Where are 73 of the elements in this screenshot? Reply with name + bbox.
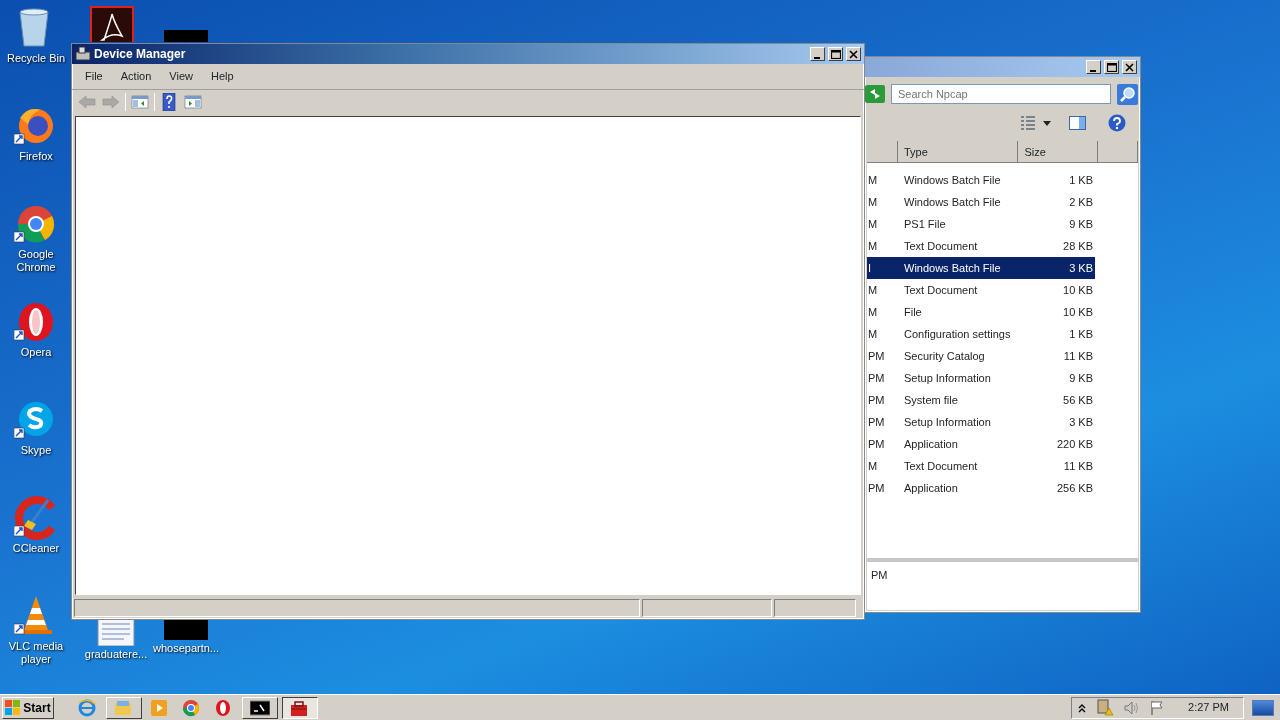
minimize-button[interactable] [1086, 60, 1101, 74]
clock[interactable]: 2:27 PM [1188, 699, 1229, 716]
file-row[interactable]: PM Security Catalog 11 KB [867, 345, 1095, 367]
search-icon[interactable] [1117, 83, 1138, 105]
flag-icon[interactable] [1150, 699, 1165, 716]
details-text: PM [871, 569, 888, 581]
console-tree-button[interactable] [130, 92, 150, 111]
maximize-button[interactable] [1104, 60, 1119, 74]
desktop-icon-label[interactable]: whosepartn... [152, 642, 219, 655]
close-icon [1125, 62, 1134, 72]
desktop-icon-label[interactable]: Firefox [19, 150, 53, 163]
refresh-icon[interactable] [865, 84, 885, 104]
help-button[interactable] [159, 92, 179, 111]
file-row[interactable]: PM Setup Information 9 KB [867, 367, 1095, 389]
pdf-icon[interactable] [90, 6, 134, 42]
start-button[interactable]: Start [2, 696, 54, 719]
chevron-icon[interactable] [1078, 702, 1087, 713]
help-icon[interactable] [1108, 114, 1126, 132]
file-row[interactable]: M Windows Batch File 2 KB [867, 191, 1095, 213]
menu-item[interactable]: View [160, 66, 202, 87]
chrome-icon [182, 698, 202, 717]
desktop-icon-label[interactable]: VLC media player [0, 640, 72, 666]
close-button[interactable] [846, 47, 861, 61]
file-row[interactable]: M Configuration settings 1 KB [867, 323, 1095, 345]
play-icon [150, 698, 170, 717]
file-row[interactable]: I Windows Batch File 3 KB [867, 257, 1095, 279]
speaker-icon[interactable] [1124, 699, 1141, 716]
toolbox-icon [290, 698, 310, 717]
desktop-icon-label[interactable]: CCleaner [12, 542, 60, 555]
column-header[interactable]: Size [1018, 141, 1099, 163]
minimize-button[interactable] [810, 47, 825, 61]
minimize-icon [1090, 69, 1097, 72]
file-row[interactable]: M Text Document 10 KB [867, 279, 1095, 301]
desktop-icon-label[interactable]: Opera [20, 346, 52, 359]
file-row[interactable]: M File 10 KB [867, 301, 1095, 323]
file-row[interactable]: PM Application 220 KB [867, 433, 1095, 455]
caret-icon[interactable] [1043, 120, 1051, 126]
file-row[interactable]: PM Application 256 KB [867, 477, 1095, 499]
close-icon [849, 49, 858, 59]
device-manager-icon [75, 46, 91, 62]
desktop-icon-label[interactable]: Recycle Bin [6, 52, 66, 65]
minimize-icon [814, 56, 821, 59]
taskbar-button[interactable] [282, 696, 318, 719]
file-row[interactable]: M PS1 File 9 KB [867, 213, 1095, 235]
file-row[interactable]: PM System file 56 KB [867, 389, 1095, 411]
internet-explorer-icon [78, 698, 98, 717]
ccleaner-icon[interactable] [14, 496, 58, 540]
command-prompt-icon [250, 698, 270, 717]
maximize-icon [1106, 62, 1117, 72]
file-row[interactable]: M Windows Batch File 1 KB [867, 169, 1095, 191]
file-row[interactable]: M Text Document 11 KB [867, 455, 1095, 477]
show-desktop-button[interactable] [1252, 699, 1274, 716]
close-button[interactable] [1122, 60, 1137, 74]
column-header[interactable] [867, 141, 898, 163]
maximize-icon [830, 49, 841, 59]
menu-item[interactable]: Help [201, 66, 243, 87]
file-row[interactable]: PM Setup Information 3 KB [867, 411, 1095, 433]
view-icon[interactable] [1021, 115, 1035, 131]
document-icon[interactable] [94, 620, 138, 646]
desktop-icon-label[interactable]: Google Chrome [0, 248, 72, 274]
desktop-icon-label[interactable]: graduatere... [84, 648, 148, 661]
window-title: Device Manager [94, 46, 187, 63]
desktop-icon-label[interactable]: Skype [20, 444, 52, 457]
column-header[interactable] [1098, 141, 1138, 163]
file-row[interactable]: M Text Document 28 KB [867, 235, 1095, 257]
column-header[interactable]: Type [897, 141, 1019, 163]
maximize-button[interactable] [828, 47, 843, 61]
preview-pane-icon[interactable] [1069, 116, 1086, 130]
search-field[interactable]: Search Npcap [891, 84, 1111, 104]
windows-logo-icon [5, 699, 22, 716]
folder-icon [114, 698, 134, 717]
menu-item[interactable]: Action [111, 66, 161, 87]
menu-item[interactable]: File [76, 66, 112, 87]
